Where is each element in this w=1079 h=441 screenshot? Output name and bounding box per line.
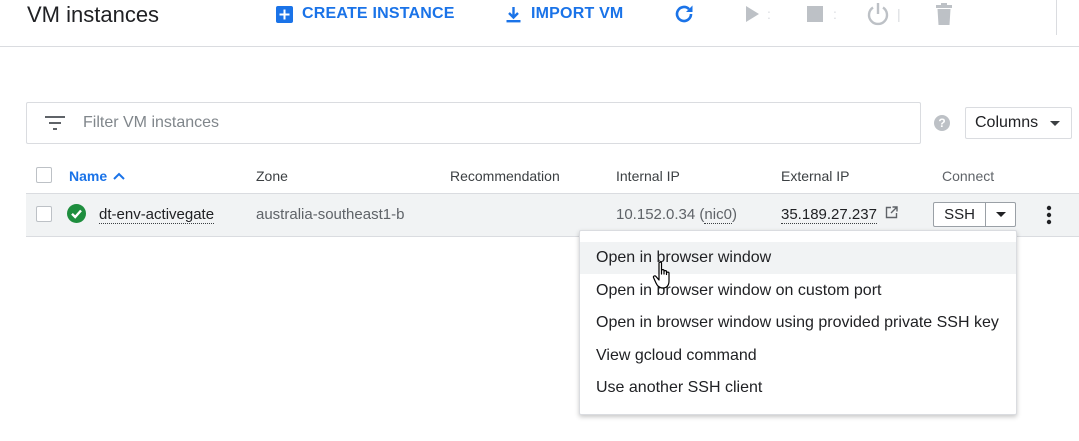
instance-internal-ip: 10.152.0.34 (nic0) [616, 206, 737, 224]
header-zone[interactable]: Zone [256, 168, 288, 184]
toolbar-divider [1056, 0, 1057, 35]
columns-button[interactable]: Columns [965, 107, 1072, 139]
caret-down-icon [995, 212, 1006, 217]
menu-item-open-browser-custom-port[interactable]: Open in browser window on custom port [580, 275, 1016, 307]
refresh-button[interactable] [670, 1, 698, 27]
filter-bar[interactable] [26, 102, 921, 144]
row-checkbox[interactable] [36, 206, 52, 222]
header-name[interactable]: Name [69, 168, 125, 184]
create-instance-label: CREATE INSTANCE [302, 5, 455, 22]
toolbar-separator: : [767, 6, 771, 22]
menu-item-view-gcloud[interactable]: View gcloud command [580, 340, 1016, 372]
menu-item-open-browser-private-key[interactable]: Open in browser window using provided pr… [580, 307, 1016, 339]
filter-input[interactable] [83, 113, 883, 133]
ssh-button[interactable]: SSH [934, 203, 986, 226]
select-all-checkbox[interactable] [36, 167, 52, 183]
create-instance-button[interactable]: CREATE INSTANCE [276, 3, 455, 25]
header-internal-ip[interactable]: Internal IP [616, 168, 680, 184]
start-button[interactable] [738, 1, 766, 27]
ssh-dropdown-button[interactable] [986, 203, 1015, 226]
top-bar: VM instances CREATE INSTANCE IMPORT VM : [0, 0, 1079, 47]
help-icon[interactable]: ? [933, 114, 951, 132]
filter-icon [45, 116, 65, 130]
import-icon [506, 6, 521, 22]
refresh-icon [675, 5, 693, 23]
toolbar-separator: : [833, 6, 837, 22]
delete-button[interactable] [930, 1, 958, 27]
stop-button[interactable] [801, 1, 829, 27]
import-vm-label: IMPORT VM [531, 5, 624, 22]
instance-zone: australia-southeast1-b [256, 206, 405, 223]
ssh-split-button: SSH [933, 202, 1016, 227]
header-connect: Connect [942, 168, 995, 184]
import-vm-button[interactable]: IMPORT VM [505, 3, 623, 25]
add-box-icon [276, 5, 293, 23]
trash-icon [936, 3, 952, 25]
more-vert-icon[interactable] [1043, 205, 1055, 225]
stop-icon [807, 6, 823, 22]
menu-item-other-ssh-client[interactable]: Use another SSH client [580, 372, 1016, 404]
page-title: VM instances [27, 2, 160, 27]
play-icon [746, 6, 759, 22]
external-link-icon [885, 206, 898, 219]
columns-label: Columns [975, 114, 1039, 131]
ssh-options-menu: Open in browser window Open in browser w… [579, 230, 1017, 415]
caret-down-icon [1050, 121, 1060, 126]
nic-link[interactable]: nic0 [704, 206, 732, 224]
header-name-label: Name [69, 168, 108, 184]
header-external-ip[interactable]: External IP [781, 168, 849, 184]
svg-text:?: ? [938, 116, 945, 130]
toolbar-separator: | [897, 6, 901, 22]
menu-item-open-browser[interactable]: Open in browser window [580, 242, 1016, 274]
power-icon [867, 3, 889, 26]
header-recommendation[interactable]: Recommendation [450, 168, 560, 184]
instance-name: dt-env-activegate [99, 206, 215, 224]
sort-ascending-icon [113, 172, 125, 180]
hand-pointer-icon [652, 261, 670, 289]
running-status-icon [67, 204, 86, 223]
external-ip-value: 35.189.27.237 [781, 206, 877, 224]
external-ip-link[interactable]: 35.189.27.237 [781, 206, 898, 224]
instance-name-link[interactable]: dt-env-activegate [99, 206, 215, 224]
reset-button[interactable] [864, 1, 892, 27]
internal-ip-value: 10.152.0.34 [616, 206, 696, 223]
